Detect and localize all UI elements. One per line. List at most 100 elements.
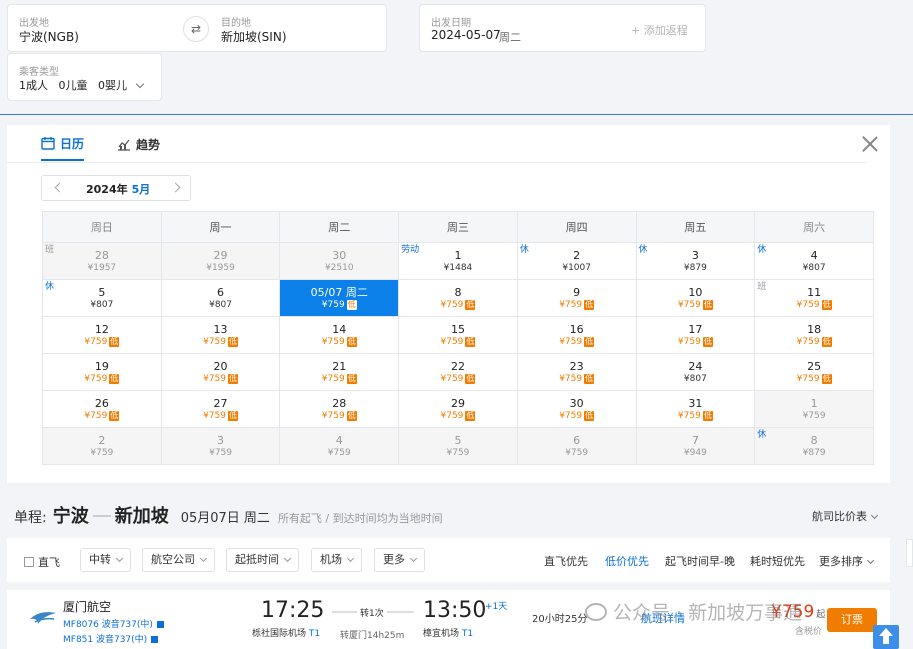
calendar-day-cell[interactable]: 05/07 周二 ¥759 低 (279, 279, 400, 317)
calendar-day-cell[interactable]: 29 ¥1959 (160, 242, 281, 280)
day-number: 26 (94, 396, 109, 410)
calendar-day-cell[interactable]: 28 ¥759 低 (279, 390, 400, 428)
expand-icon[interactable] (156, 621, 164, 628)
price-text: ¥759 (559, 336, 583, 347)
calendar-day-cell[interactable]: 9 ¥759 低 (516, 279, 637, 317)
chevron-right-icon[interactable] (170, 182, 181, 193)
calendar-day-cell[interactable]: 劳动 1 ¥1484 (398, 242, 518, 280)
sort-more[interactable]: 更多排序 (819, 553, 875, 569)
filter-more-dropdown[interactable]: 更多 (374, 548, 425, 572)
sort-direct-first[interactable]: 直飞优先 (544, 553, 588, 569)
flight-segment-1[interactable]: MF8076 波音737(中) (63, 617, 164, 630)
calendar-day-cell[interactable]: 休 5 ¥807 (42, 279, 162, 317)
segment-text: MF851 波音737(中) (63, 635, 148, 645)
calendar-day-cell[interactable]: 30 ¥2510 (279, 242, 400, 280)
low-price-badge: 低 (821, 299, 832, 310)
back-to-top-icon[interactable] (873, 625, 899, 649)
calendar-day-cell[interactable]: 21 ¥759 低 (279, 353, 400, 391)
calendar-day-cell[interactable]: 24 ¥807 (635, 353, 756, 391)
day-number: 12 (94, 322, 109, 336)
calendar-day-cell[interactable]: 15 ¥759 低 (398, 316, 518, 354)
terminal: T1 (308, 629, 321, 639)
destination-value[interactable]: 新加坡(SIN) (221, 28, 287, 45)
calendar-day-cell[interactable]: 10 ¥759 低 (635, 279, 756, 317)
calendar-day-cell[interactable]: 14 ¥759 低 (279, 316, 400, 354)
calendar-day-cell[interactable]: 休 4 ¥807 (754, 242, 874, 280)
calendar-day-cell[interactable]: 31 ¥759 低 (635, 390, 756, 428)
calendar-day-cell[interactable]: 30 ¥759 低 (516, 390, 637, 428)
book-button[interactable]: 订票 (827, 608, 877, 632)
calendar-day-cell[interactable]: 22 ¥759 低 (398, 353, 518, 391)
calendar-day-cell[interactable]: 13 ¥759 低 (160, 316, 281, 354)
day-number: 28 (94, 248, 109, 262)
tab-trend[interactable]: 趋势 (117, 135, 160, 161)
sort-shortest-duration[interactable]: 耗时短优先 (750, 553, 805, 569)
calendar-day-cell[interactable]: 休 2 ¥1007 (516, 242, 637, 280)
month-label: 5月 (131, 183, 151, 196)
calendar-day-cell[interactable]: 2 ¥759 (42, 427, 162, 465)
filter-airline-dropdown[interactable]: 航空公司 (142, 548, 215, 572)
calendar-day-cell[interactable]: 27 ¥759 低 (160, 390, 281, 428)
day-price: ¥759 (43, 447, 161, 459)
calendar-day-cell[interactable]: 6 ¥807 (160, 279, 281, 317)
day-number: 25 (807, 359, 822, 373)
stop-count: 转1次 (357, 606, 387, 619)
calendar-day-cell[interactable]: 20 ¥759 低 (160, 353, 281, 391)
calendar-day-cell[interactable]: 8 ¥759 低 (398, 279, 518, 317)
add-return-button[interactable]: + 添加返程 (631, 22, 688, 38)
passenger-type-field[interactable]: 乘客类型 1成人 0儿童 0婴儿 (7, 53, 162, 101)
day-number: 29 (450, 396, 465, 410)
calendar-day-cell[interactable]: 26 ¥759 低 (42, 390, 162, 428)
calendar-day-cell[interactable]: 3 ¥759 (160, 427, 281, 465)
filter-time-dropdown[interactable]: 起抵时间 (226, 548, 299, 572)
day-number: 4 (335, 433, 343, 447)
day-price: ¥759 低 (399, 299, 517, 311)
calendar-day-cell[interactable]: 6 ¥759 (516, 427, 637, 465)
chevron-left-icon[interactable] (54, 182, 65, 193)
header-divider (0, 114, 913, 115)
sort-departure-time[interactable]: 起飞时间早-晚 (665, 553, 735, 569)
price-text: ¥807 (683, 373, 707, 384)
airline-compare-button[interactable]: 航司比价表 (812, 508, 879, 524)
calendar-day-cell[interactable]: 19 ¥759 低 (42, 353, 162, 391)
filter-airport-dropdown[interactable]: 机场 (311, 548, 362, 572)
calendar-day-cell[interactable]: 25 ¥759 低 (754, 353, 874, 391)
calendar-day-cell[interactable]: 1 ¥759 (754, 390, 874, 428)
checkbox-icon[interactable] (24, 557, 34, 567)
calendar-day-cell[interactable]: 23 ¥759 低 (516, 353, 637, 391)
price-text: ¥759 (565, 447, 589, 458)
direct-only-checkbox[interactable]: 直飞 (24, 554, 60, 570)
segment-text: MF8076 波音737(中) (63, 620, 153, 630)
flight-segment-2[interactable]: MF851 波音737(中) (63, 632, 159, 645)
day-price: ¥807 (755, 262, 873, 274)
close-icon[interactable] (862, 136, 878, 152)
calendar-day-cell[interactable]: 29 ¥759 低 (398, 390, 518, 428)
calendar-day-cell[interactable]: 班 11 ¥759 低 (754, 279, 874, 317)
low-price-badge: 低 (109, 373, 120, 384)
expand-icon[interactable] (151, 636, 159, 643)
day-number: 5 (98, 285, 106, 299)
chevron-down-icon (199, 554, 208, 563)
calendar-day-cell[interactable]: 4 ¥759 (279, 427, 400, 465)
price-suffix: 起 (816, 610, 826, 620)
holiday-tag: 休 (757, 245, 767, 255)
filter-transfer-dropdown[interactable]: 中转 (80, 548, 131, 572)
day-price: ¥759 低 (518, 373, 636, 385)
calendar-day-cell[interactable]: 17 ¥759 低 (635, 316, 756, 354)
calendar-day-cell[interactable]: 16 ¥759 低 (516, 316, 637, 354)
calendar-day-cell[interactable]: 休 8 ¥879 (754, 427, 874, 465)
calendar-day-cell[interactable]: 12 ¥759 低 (42, 316, 162, 354)
swap-cities-button[interactable]: ⇄ (183, 16, 209, 42)
calendar-day-cell[interactable]: 休 3 ¥879 (635, 242, 756, 280)
day-price: ¥759 低 (637, 336, 755, 348)
tab-calendar[interactable]: 日历 (41, 135, 85, 161)
holiday-tag: 休 (757, 430, 767, 440)
low-price-badge: 低 (584, 336, 595, 347)
calendar-day-cell[interactable]: 5 ¥759 (398, 427, 518, 465)
direct-only-label: 直飞 (38, 556, 60, 569)
calendar-day-cell[interactable]: 7 ¥949 (635, 427, 756, 465)
sort-lowest-price[interactable]: 低价优先 (605, 553, 649, 569)
calendar-day-cell[interactable]: 18 ¥759 低 (754, 316, 874, 354)
calendar-day-cell[interactable]: 班 28 ¥1957 (42, 242, 162, 280)
airline-name: 厦门航空 (63, 600, 112, 614)
